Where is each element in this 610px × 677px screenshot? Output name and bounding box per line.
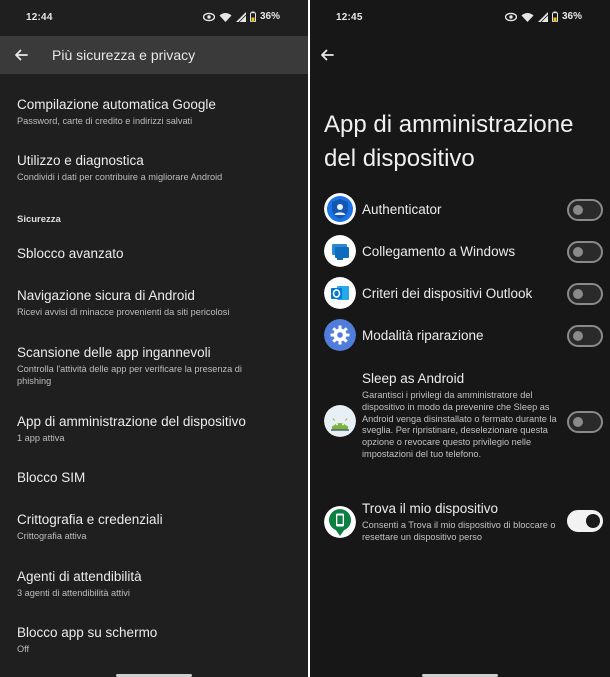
admin-app-row-repair-mode[interactable]: Modalità riparazione (310, 319, 610, 353)
setting-subtitle: Password, carte di credito e indirizzi s… (17, 116, 193, 126)
admin-toggle-sleep-as-android[interactable] (567, 411, 603, 433)
setting-subtitle: Off (17, 644, 30, 654)
battery-icon (551, 11, 558, 22)
setting-title: Compilazione automatica Google (17, 97, 216, 112)
setting-title: Blocco app su schermo (17, 625, 158, 640)
wifi-icon (219, 12, 232, 22)
back-arrow-icon[interactable] (12, 46, 30, 64)
page-title: App di amministrazione del dispositivo (324, 111, 574, 172)
battery-percent: 36% (259, 11, 280, 22)
admin-toggle-outlook[interactable] (567, 283, 603, 305)
eye-icon (202, 12, 215, 21)
status-time: 12:45 (336, 12, 363, 23)
left-screen: 12:44 36% Più sicurezza e privacy Compil… (0, 0, 308, 677)
setting-device-admin-apps[interactable]: App di amministrazione del dispositivo 1… (17, 414, 297, 445)
setting-title: Sblocco avanzato (17, 246, 124, 261)
back-arrow-icon[interactable] (318, 46, 336, 64)
windows-link-icon (324, 235, 356, 267)
status-bar: 12:44 36% (0, 0, 308, 36)
setting-subtitle: Crittografia attiva (17, 531, 87, 541)
admin-toggle-repair-mode[interactable] (567, 325, 603, 347)
app-bar (310, 36, 610, 74)
app-description: Consenti a Trova il mio dispositivo di b… (362, 520, 556, 542)
setting-title: Scansione delle app ingannevoli (17, 345, 211, 360)
app-name: Trova il mio dispositivo (362, 501, 499, 516)
sleep-android-icon (324, 405, 356, 437)
setting-sim-lock[interactable]: Blocco SIM (17, 470, 297, 486)
app-name: Sleep as Android (362, 371, 465, 386)
setting-title: Blocco SIM (17, 470, 86, 485)
battery-icon (249, 11, 256, 22)
app-name: Criteri dei dispositivi Outlook (362, 286, 533, 301)
admin-app-row-windows-link[interactable]: Collegamento a Windows (310, 235, 610, 269)
find-device-icon (324, 506, 356, 538)
admin-app-row-authenticator[interactable]: Authenticator (310, 193, 610, 227)
signal-icon (235, 11, 246, 22)
setting-title: Navigazione sicura di Android (17, 288, 195, 303)
setting-title: App di amministrazione del dispositivo (17, 414, 246, 429)
app-description: Garantisci i privilegi da amministratore… (362, 390, 557, 459)
setting-app-pinning[interactable]: Blocco app su schermo Off (17, 625, 297, 656)
setting-subtitle: Ricevi avvisi di minacce provenienti da … (17, 307, 230, 317)
app-bar: Più sicurezza e privacy (0, 36, 308, 74)
battery-percent: 36% (561, 11, 582, 22)
app-name: Authenticator (362, 202, 442, 217)
outlook-icon (324, 277, 356, 309)
section-header-security: Sicurezza (17, 214, 61, 225)
admin-app-row-outlook[interactable]: Criteri dei dispositivi Outlook (310, 277, 610, 311)
setting-title: Agenti di attendibilità (17, 569, 142, 584)
admin-app-row-find-my-device[interactable]: Trova il mio dispositivo Consenti a Trov… (310, 500, 610, 546)
status-time: 12:44 (26, 12, 53, 23)
eye-icon (504, 12, 517, 21)
admin-app-row-sleep-as-android[interactable]: Sleep as Android Garantisci i privilegi … (310, 370, 610, 480)
app-name: Collegamento a Windows (362, 244, 516, 259)
setting-trust-agents[interactable]: Agenti di attendibilità 3 agenti di atte… (17, 569, 297, 600)
admin-toggle-windows-link[interactable] (567, 241, 603, 263)
setting-subtitle: 1 app attiva (17, 433, 65, 443)
setting-title: Crittografia e credenziali (17, 512, 163, 527)
authenticator-icon (324, 193, 356, 225)
setting-encryption-credentials[interactable]: Crittografia e credenziali Crittografia … (17, 512, 297, 543)
setting-subtitle: Controlla l'attività delle app per verif… (17, 364, 242, 386)
right-screen: 12:45 36% App di amministrazione del dis… (310, 0, 610, 677)
page-title: Più sicurezza e privacy (52, 47, 196, 63)
setting-autofill-google[interactable]: Compilazione automatica Google Password,… (17, 97, 297, 128)
signal-icon (537, 11, 548, 22)
setting-deceptive-app-scan[interactable]: Scansione delle app ingannevoli Controll… (17, 345, 272, 387)
setting-title: Utilizzo e diagnostica (17, 153, 144, 168)
setting-usage-diagnostics[interactable]: Utilizzo e diagnostica Condividi i dati … (17, 153, 297, 184)
admin-toggle-authenticator[interactable] (567, 199, 603, 221)
setting-safe-browsing[interactable]: Navigazione sicura di Android Ricevi avv… (17, 288, 297, 319)
app-name: Modalità riparazione (362, 328, 484, 343)
status-bar: 12:45 36% (310, 0, 610, 36)
setting-subtitle: Condividi i dati per contribuire a migli… (17, 172, 223, 182)
gear-icon (324, 319, 356, 351)
admin-toggle-find-my-device[interactable] (567, 510, 603, 532)
setting-advanced-unlock[interactable]: Sblocco avanzato (17, 246, 297, 262)
wifi-icon (521, 12, 534, 22)
setting-subtitle: 3 agenti di attendibilità attivi (17, 588, 130, 598)
